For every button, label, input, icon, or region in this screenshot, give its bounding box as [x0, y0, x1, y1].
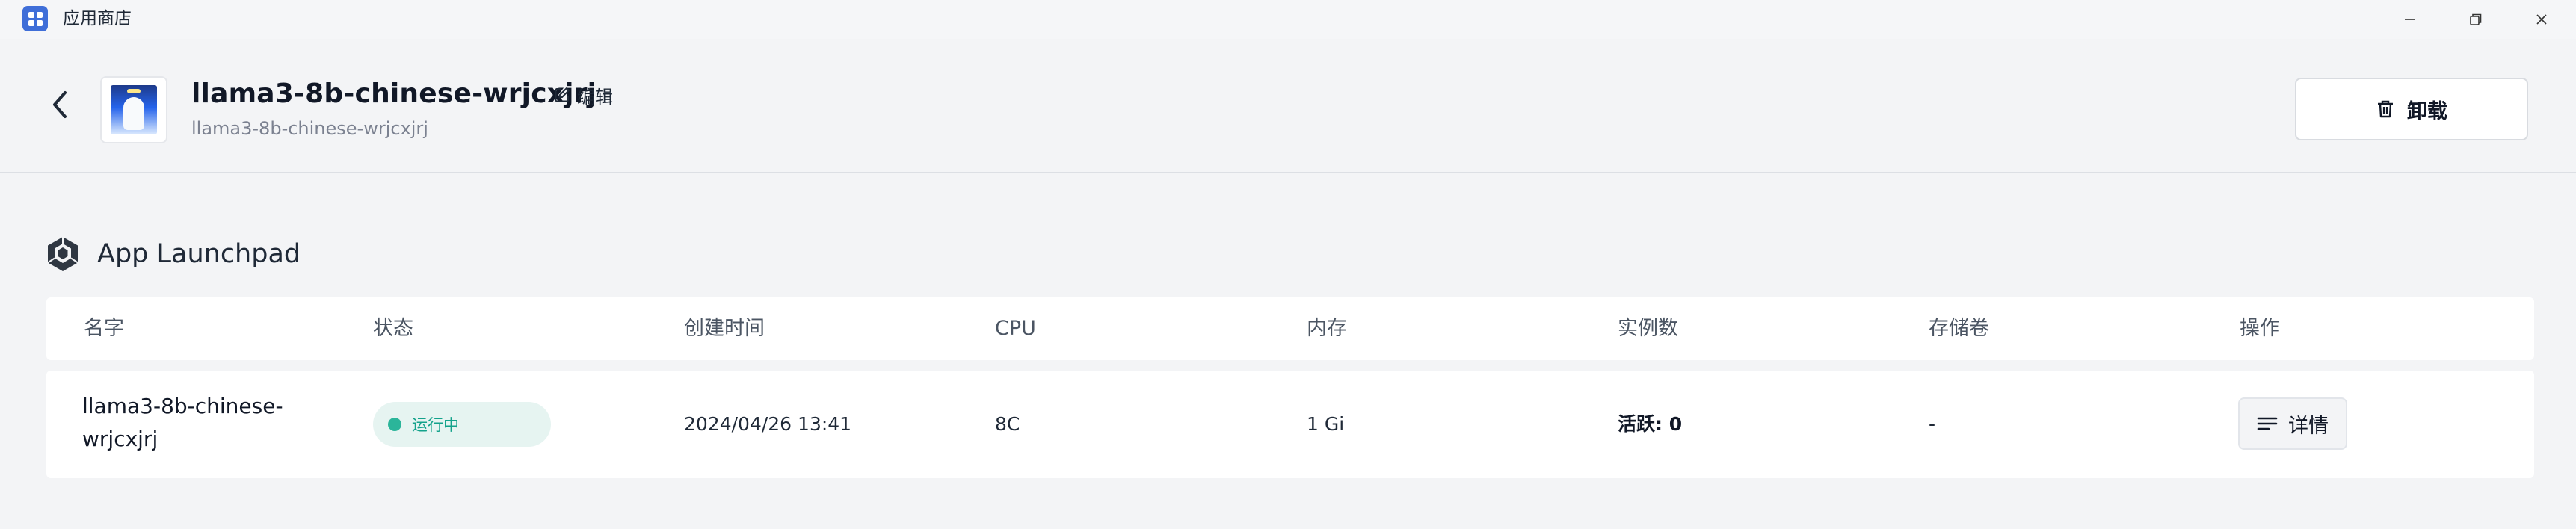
uninstall-button[interactable]: 卸载 — [2295, 78, 2528, 140]
status-badge: 运行中 — [373, 402, 551, 447]
status-label: 运行中 — [412, 416, 459, 434]
details-button[interactable]: 详情 — [2238, 397, 2347, 450]
column-header-name: 名字 — [84, 317, 124, 340]
minimize-icon — [2405, 19, 2415, 20]
column-header-status: 状态 — [373, 317, 413, 340]
table-row[interactable]: llama3-8b-chinese-wrjcxjrj 运行中 2024/04/2… — [46, 371, 2534, 478]
row-memory: 1 Gi — [1307, 413, 1345, 435]
app-store-icon — [22, 6, 48, 31]
row-instances: 活跃: 0 — [1618, 413, 1683, 435]
row-created-time: 2024/04/26 13:41 — [684, 413, 852, 435]
column-header-cpu: CPU — [995, 317, 1036, 340]
edit-button[interactable]: 编辑 — [553, 82, 613, 108]
trash-icon — [2378, 100, 2393, 118]
minimize-button[interactable] — [2380, 0, 2440, 39]
hexagon-cube-icon — [47, 237, 78, 271]
details-label: 详情 — [2288, 414, 2329, 438]
table-header: 名字 状态 创建时间 CPU 内存 实例数 存储卷 操作 — [46, 297, 2534, 360]
uninstall-label: 卸载 — [2407, 99, 2447, 123]
maximize-button[interactable] — [2446, 0, 2506, 39]
section-title: App Launchpad — [97, 239, 301, 269]
app-subtitle: llama3-8b-chinese-wrjcxjrj — [191, 118, 428, 139]
window-title: 应用商店 — [63, 9, 132, 28]
column-header-memory: 内存 — [1307, 317, 1347, 340]
edit-label: 编辑 — [577, 86, 613, 108]
app-name: llama3-8b-chinese-wrjcxjrj — [191, 78, 597, 109]
status-dot-icon — [388, 418, 401, 431]
app-avatar — [100, 76, 167, 143]
close-button[interactable] — [2512, 0, 2572, 39]
row-volume: - — [1929, 413, 1936, 435]
close-icon — [2536, 14, 2547, 25]
maximize-icon — [2470, 13, 2482, 25]
row-cpu: 8C — [995, 413, 1020, 435]
column-header-instances: 实例数 — [1618, 317, 1678, 340]
column-header-actions: 操作 — [2240, 317, 2280, 340]
window-titlebar: 应用商店 — [0, 0, 2576, 39]
row-app-name: llama3-8b-chinese-wrjcxjrj — [82, 394, 283, 451]
column-header-created: 创建时间 — [684, 317, 765, 340]
edit-icon — [555, 87, 570, 102]
app-header: llama3-8b-chinese-wrjcxjrj 编辑 llama3-8b-… — [0, 39, 2576, 173]
list-icon — [2257, 417, 2278, 430]
chevron-left-icon — [53, 91, 67, 118]
llama-image — [111, 85, 157, 134]
back-button[interactable] — [42, 87, 78, 123]
column-header-volume: 存储卷 — [1929, 317, 1989, 340]
section-header: App Launchpad — [45, 235, 301, 273]
